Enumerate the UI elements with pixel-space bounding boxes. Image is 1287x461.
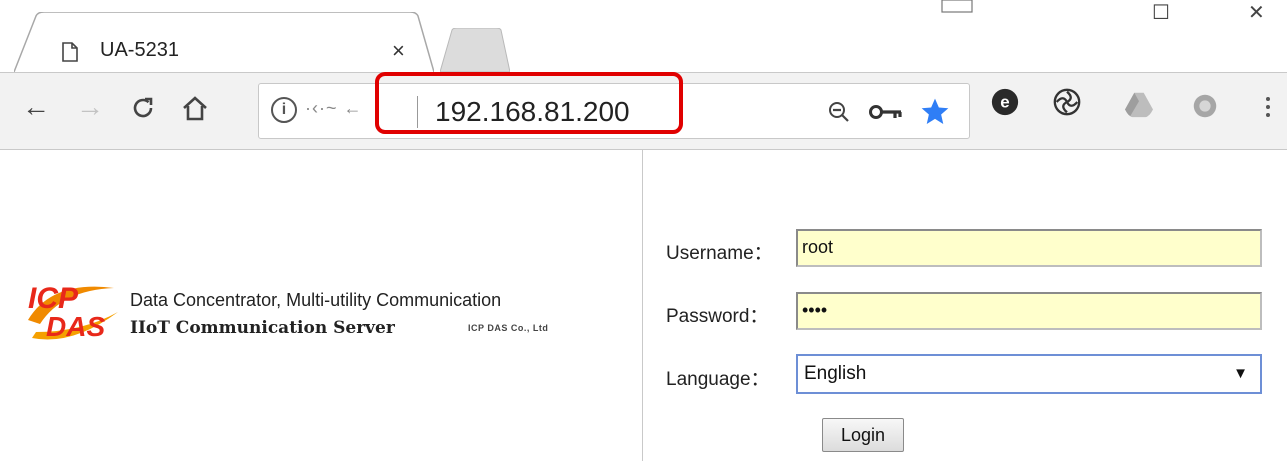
drive-extension-icon[interactable] <box>1124 89 1154 119</box>
language-select[interactable]: English ▼ <box>796 354 1262 394</box>
username-label: Username： <box>666 243 773 264</box>
password-input[interactable]: •••• <box>796 292 1262 330</box>
key-icon[interactable] <box>869 102 903 122</box>
menu-icon[interactable] <box>1266 97 1272 121</box>
tab-strip: UA-5231 × ☐ ✕ <box>0 0 1287 72</box>
language-label: Language： <box>666 369 770 390</box>
window-cast-icon <box>941 0 973 13</box>
logo-text-das: DAS <box>46 311 105 342</box>
swirl-extension-icon[interactable] <box>1052 87 1082 117</box>
gray-extension-icon[interactable] <box>1190 91 1220 121</box>
window-restore-icon[interactable]: ☐ <box>1152 0 1170 25</box>
info-icon[interactable]: i <box>271 97 297 123</box>
tab-ua5231[interactable]: UA-5231 × <box>14 12 434 72</box>
tab-close-icon[interactable]: × <box>392 38 405 64</box>
tab-title: UA-5231 <box>100 39 179 61</box>
reload-icon[interactable] <box>130 95 156 121</box>
username-input[interactable]: root <box>796 229 1262 267</box>
window-close-icon[interactable]: ✕ <box>1248 0 1265 25</box>
panel-divider <box>642 150 643 461</box>
password-label: Password： <box>666 306 769 327</box>
url-highlight-box <box>375 72 683 134</box>
login-page: ICP DAS Data Concentrator, Multi-utility… <box>0 150 1287 461</box>
svg-text:e: e <box>1000 93 1009 112</box>
company-name: ICP DAS Co., Ltd <box>468 323 549 333</box>
forward-icon[interactable]: → <box>76 91 104 123</box>
tagline-line1: Data Concentrator, Multi-utility Communi… <box>130 290 502 310</box>
new-tab-button[interactable] <box>440 28 510 72</box>
icpdas-logo: ICP DAS <box>28 282 118 342</box>
login-button[interactable]: Login <box>822 418 904 452</box>
star-icon[interactable] <box>919 96 951 128</box>
home-icon[interactable] <box>180 93 210 123</box>
tagline-line2: IIoT Communication Server <box>130 318 395 338</box>
back-icon[interactable]: ← <box>22 91 50 123</box>
chevron-down-icon: ▼ <box>1233 365 1248 382</box>
language-value: English <box>804 363 867 384</box>
zoom-out-icon[interactable] <box>827 100 851 124</box>
address-faint-text: ·‹·~ ← <box>305 98 363 118</box>
e-extension-icon[interactable]: e <box>990 87 1020 117</box>
page-icon <box>62 42 78 62</box>
